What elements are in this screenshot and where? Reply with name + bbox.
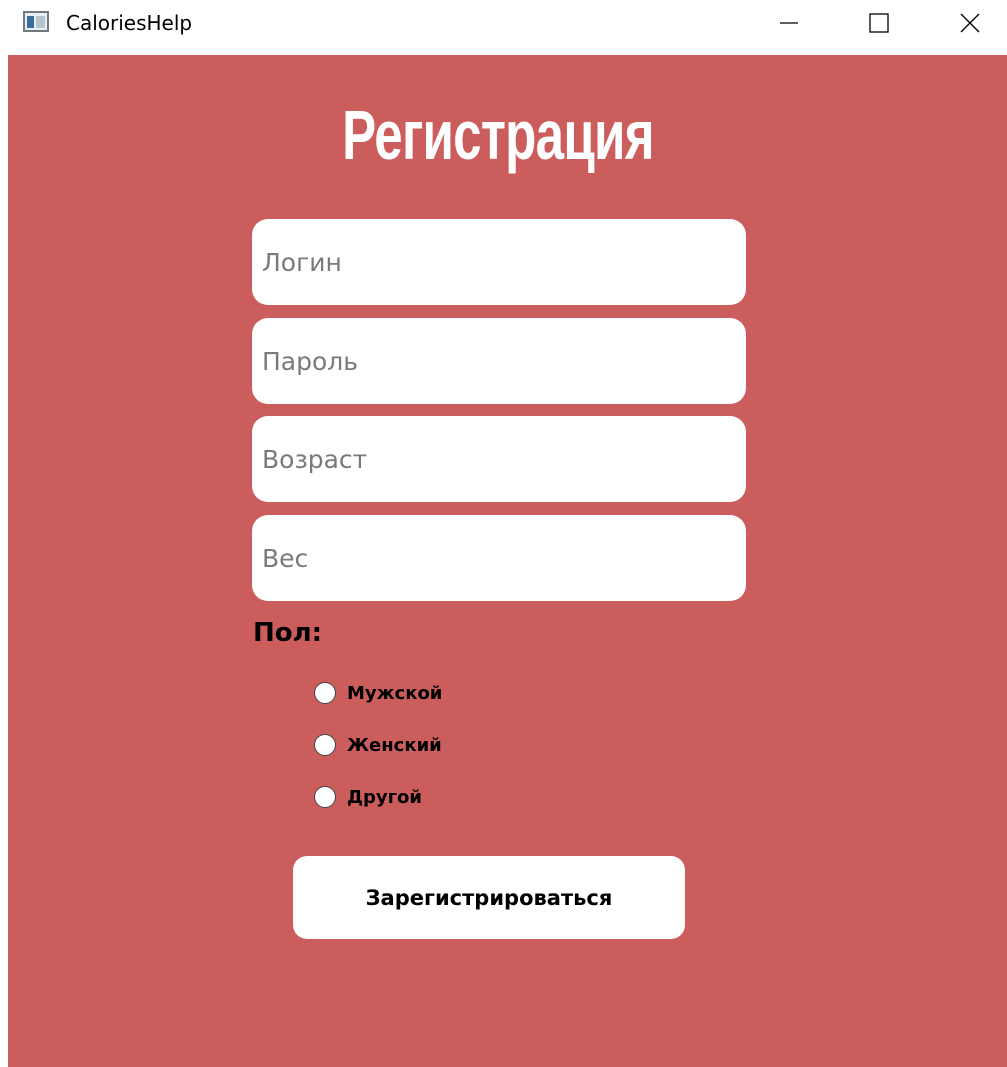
maximize-icon (869, 13, 889, 33)
gender-option-label: Женский (347, 734, 442, 756)
app-icon-pane-left (27, 16, 34, 28)
gender-option-male[interactable]: Мужской (314, 678, 442, 708)
close-icon (960, 13, 980, 33)
login-field[interactable] (252, 219, 746, 305)
radio-button[interactable] (314, 734, 336, 756)
age-field[interactable] (252, 416, 746, 502)
minimize-icon (780, 22, 798, 24)
gender-option-female[interactable]: Женский (314, 730, 442, 760)
gender-option-label: Мужской (347, 682, 443, 704)
close-button[interactable] (946, 0, 994, 46)
title-bar: CaloriesHelp (0, 0, 1007, 46)
app-icon-pane-right (36, 16, 45, 28)
maximize-button[interactable] (855, 0, 903, 46)
window-title: CaloriesHelp (66, 11, 193, 35)
gender-option-label: Другой (347, 786, 423, 808)
registration-panel: Регистрация Пол: Мужской Женский Другой … (8, 55, 1007, 1067)
minimize-button[interactable] (765, 0, 813, 46)
gender-option-other[interactable]: Другой (314, 782, 422, 812)
app-window-icon (23, 11, 49, 32)
register-button[interactable]: Зарегистрироваться (293, 856, 685, 939)
password-field[interactable] (252, 318, 746, 404)
radio-button[interactable] (314, 786, 336, 808)
page-title: Регистрация (342, 96, 654, 174)
weight-field[interactable] (252, 515, 746, 601)
radio-button[interactable] (314, 682, 336, 704)
gender-label: Пол: (253, 618, 323, 648)
